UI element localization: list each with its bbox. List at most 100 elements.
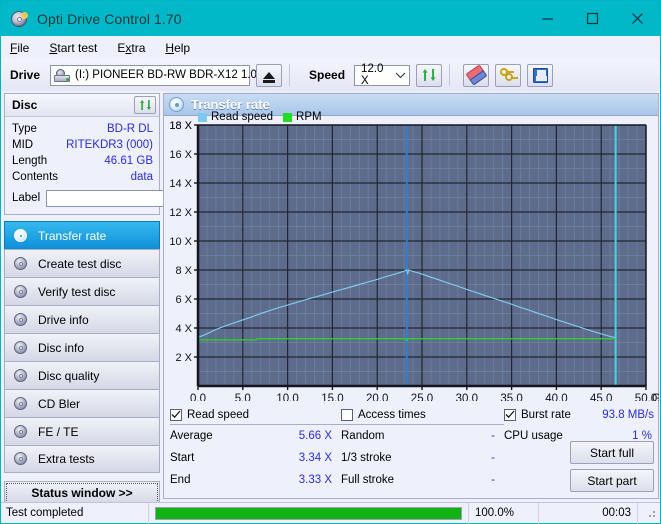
menu-bar: File Start test Extra Help xyxy=(1,36,660,59)
stat-row-end: End 3.33 X xyxy=(170,469,341,491)
disc-row-contents: Contents data xyxy=(12,169,153,185)
menu-start-test[interactable]: Start test xyxy=(49,41,97,55)
sidebar-item-extra-tests[interactable]: Extra tests xyxy=(4,445,160,473)
disc-row-key: Length xyxy=(12,155,48,167)
legend-label-read-speed: Read speed xyxy=(211,111,274,123)
drive-toolbar: Drive (I:) PIONEER BD-RW BDR-X12 1.03 Sp… xyxy=(1,59,660,91)
left-column: Disc Type BD-R DL MID RITEKDR3 (000) Len… xyxy=(4,93,250,505)
disc-panel-body: Type BD-R DL MID RITEKDR3 (000) Length 4… xyxy=(5,117,250,214)
refresh-button[interactable] xyxy=(416,63,443,87)
x-tick-label: 10.0 xyxy=(276,393,298,401)
sidebar-item-disc-quality[interactable]: Disc quality xyxy=(4,361,160,389)
chevron-down-icon xyxy=(393,66,409,85)
close-button[interactable] xyxy=(615,1,660,36)
sidebar-item-label: Disc quality xyxy=(38,368,100,383)
y-tick-label: 18 X xyxy=(169,120,192,132)
disc-label-caption: Label xyxy=(12,192,41,204)
disc-panel-title: Disc xyxy=(12,98,38,112)
stat-value: - xyxy=(491,452,495,464)
read-speed-checkbox-label: Read speed xyxy=(187,408,250,421)
menu-extra[interactable]: Extra xyxy=(117,41,145,55)
progress-bar xyxy=(155,506,462,520)
legend-swatch-read-speed xyxy=(198,112,207,122)
chart-canvas: 2 X4 X6 X8 X10 X12 X14 X16 X18 X18 X0.0 5… xyxy=(169,120,659,401)
sidebar-item-drive-info[interactable]: Drive info xyxy=(4,305,160,333)
drive-select[interactable]: (I:) PIONEER BD-RW BDR-X12 1.03 xyxy=(50,64,274,86)
burst-rate-checkbox[interactable] xyxy=(504,408,516,421)
window-controls xyxy=(525,1,660,36)
x-tick-label: 45.0 xyxy=(590,393,612,401)
x-tick-label: 40.0 xyxy=(545,393,567,401)
disc-icon xyxy=(13,451,29,467)
disc-row-mid: MID RITEKDR3 (000) xyxy=(12,137,153,153)
progress-fill xyxy=(156,507,461,519)
disc-icon xyxy=(13,368,29,384)
sidebar-item-cd-bler[interactable]: CD Bler xyxy=(4,389,160,417)
stat-value: 3.34 X xyxy=(298,452,332,464)
read-speed-checkbox-row[interactable]: Read speed xyxy=(170,407,341,422)
x-tick-label: 35.0 xyxy=(500,393,522,401)
drive-icon xyxy=(54,68,71,82)
sidebar-item-label: Create test disc xyxy=(38,256,122,271)
sidebar-item-label: Verify test disc xyxy=(38,284,116,299)
save-button[interactable] xyxy=(527,63,554,87)
speed-select[interactable]: 12.0 X xyxy=(354,63,411,87)
sidebar-item-label: Transfer rate xyxy=(38,228,107,243)
disc-icon xyxy=(13,340,29,356)
drive-label: Drive xyxy=(10,68,41,82)
stat-key: Full stroke xyxy=(341,474,395,486)
burst-rate-value: 93.8 MB/s xyxy=(602,408,654,421)
disc-label-row: Label xyxy=(12,188,250,208)
sidebar-item-label: Extra tests xyxy=(38,452,95,466)
disc-row-value: BD-R DL xyxy=(106,123,153,135)
stat-row-third-stroke: 1/3 stroke - xyxy=(341,447,504,469)
sidebar-item-create-test-disc[interactable]: Create test disc xyxy=(4,249,160,277)
stat-key: 1/3 stroke xyxy=(341,452,392,464)
menu-file[interactable]: File xyxy=(10,41,29,55)
window-title: Opti Drive Control 1.70 xyxy=(37,10,182,27)
erase-button[interactable] xyxy=(463,63,490,87)
eraser-icon xyxy=(465,64,488,86)
x-tick-label: 0.0 xyxy=(190,393,206,401)
progress-percent: 100.0% xyxy=(469,502,539,524)
menu-help[interactable]: Help xyxy=(165,41,190,55)
toolbar-divider-2 xyxy=(449,64,451,86)
eject-button[interactable] xyxy=(256,63,283,87)
disc-row-key: Type xyxy=(12,123,37,135)
disc-row-value: 46.61 GB xyxy=(104,155,153,167)
start-full-button[interactable]: Start full xyxy=(570,441,654,464)
y-tick-label: 16 X xyxy=(169,149,192,161)
disc-panel: Disc Type BD-R DL MID RITEKDR3 (000) Len… xyxy=(4,93,250,215)
access-times-checkbox-row[interactable]: Access times xyxy=(341,407,504,422)
y-tick-label: 8 X xyxy=(175,265,192,277)
sidebar-item-verify-test-disc[interactable]: Verify test disc xyxy=(4,277,160,305)
read-speed-checkbox[interactable] xyxy=(170,408,182,421)
y-tick-label: 6 X xyxy=(175,294,192,306)
sidebar-item-label: Disc info xyxy=(38,340,85,355)
disc-icon xyxy=(13,396,29,412)
access-times-checkbox[interactable] xyxy=(341,408,353,421)
stat-key: Random xyxy=(341,430,385,442)
sidebar-item-label: CD Bler xyxy=(38,396,81,411)
maximize-button[interactable] xyxy=(570,1,615,36)
refresh-disc-button[interactable] xyxy=(134,96,156,114)
start-part-button[interactable]: Start part xyxy=(570,469,654,492)
disc-row-type: Type BD-R DL xyxy=(12,121,153,137)
disc-row-value: RITEKDR3 (000) xyxy=(66,139,153,151)
keys-icon xyxy=(499,67,518,83)
speed-select-value: 12.0 X xyxy=(361,63,384,87)
resize-grip-icon[interactable] xyxy=(644,506,658,520)
status-bar: Test completed 100.0% 00:03 xyxy=(1,502,660,524)
burst-rate-checkbox-row[interactable]: Burst rate 93.8 MB/s xyxy=(504,407,654,422)
eject-icon xyxy=(263,71,276,83)
x-tick-label: 20.0 xyxy=(366,393,388,401)
burst-rate-checkbox-label: Burst rate xyxy=(521,408,571,421)
keys-button[interactable] xyxy=(495,63,522,87)
speed-label: Speed xyxy=(309,68,346,82)
sidebar-item-disc-info[interactable]: Disc info xyxy=(4,333,160,361)
sidebar-nav: Transfer rate Create test disc Verify te… xyxy=(4,221,160,473)
sidebar-item-fe-te[interactable]: FE / TE xyxy=(4,417,160,445)
sidebar-item-transfer-rate[interactable]: Transfer rate xyxy=(4,221,160,249)
minimize-button[interactable] xyxy=(525,1,570,36)
disc-row-length: Length 46.61 GB xyxy=(12,153,153,169)
